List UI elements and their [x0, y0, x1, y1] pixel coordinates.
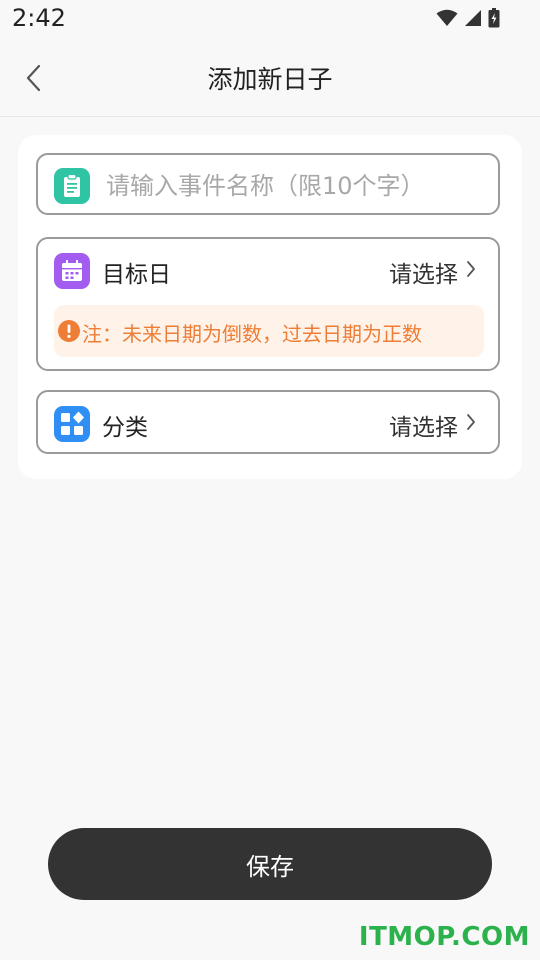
save-button[interactable]: 保存	[48, 828, 492, 900]
target-day-box: 目标日 请选择 注：未来日期为倒数，过去日期为正数	[36, 237, 500, 371]
watermark: ITMOP.COM	[358, 922, 530, 952]
wifi-icon	[436, 9, 458, 26]
category-label: 分类	[102, 415, 148, 441]
warning-icon	[58, 320, 80, 342]
event-name-input[interactable]	[104, 163, 488, 209]
chevron-right-icon	[467, 261, 475, 277]
date-hint-note: 注：未来日期为倒数，过去日期为正数	[54, 305, 484, 357]
nav-bar: 添加新日子	[0, 38, 540, 117]
cell-signal-icon	[465, 10, 481, 26]
event-name-field[interactable]	[36, 153, 500, 215]
target-day-selector[interactable]: 目标日 请选择	[38, 239, 498, 301]
target-day-value: 请选择	[389, 262, 458, 288]
date-hint-text: 注：未来日期为倒数，过去日期为正数	[82, 322, 422, 346]
status-time: 2:42	[12, 4, 66, 32]
target-day-label: 目标日	[102, 262, 171, 288]
form-card: 目标日 请选择 注：未来日期为倒数，过去日期为正数 分类 请选择	[18, 135, 522, 479]
status-bar: 2:42	[0, 0, 540, 38]
battery-charging-icon	[488, 8, 500, 28]
category-selector[interactable]: 分类 请选择	[36, 390, 500, 454]
status-icons	[436, 8, 500, 28]
page-title: 添加新日子	[207, 65, 333, 94]
chevron-right-icon	[467, 414, 475, 430]
category-value: 请选择	[389, 415, 458, 441]
calendar-icon	[54, 253, 90, 289]
clipboard-icon	[54, 168, 90, 204]
apps-grid-icon	[54, 406, 90, 442]
